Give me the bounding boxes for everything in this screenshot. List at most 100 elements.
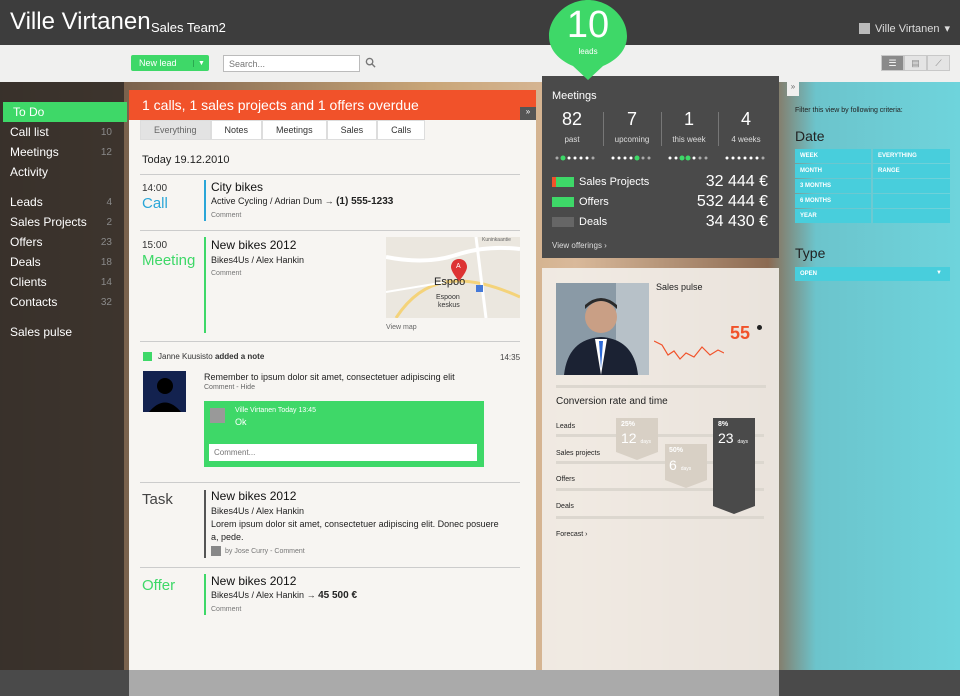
date-option-everything[interactable]: EVERYTHING: [873, 149, 950, 163]
filter-type-title: Type: [795, 245, 826, 261]
sidebar-item-meetings[interactable]: Meetings 12: [0, 142, 124, 162]
days-unit: days: [640, 439, 652, 445]
reply-time: Today 13:45: [277, 407, 316, 414]
sidebar-item-label: Meetings: [10, 145, 59, 159]
funnel-row-label: Offers: [556, 476, 575, 483]
date-option-3-months[interactable]: 3 MONTHS: [795, 179, 871, 193]
reply-name[interactable]: Ville Virtanen: [235, 407, 276, 414]
overdue-banner[interactable]: 1 calls, 1 sales projects and 1 offers o…: [129, 90, 536, 120]
sidebar-item-count: 18: [100, 256, 112, 268]
stat-past[interactable]: 82 past: [543, 109, 601, 144]
tab-meetings[interactable]: Meetings: [262, 120, 327, 140]
view-map-link[interactable]: View map: [386, 324, 417, 331]
dot-indicator: [668, 155, 708, 161]
leads-label: leads: [578, 47, 598, 56]
reply-text: Ok: [235, 417, 247, 427]
date-option-6-months[interactable]: 6 MONTHS: [795, 194, 871, 208]
stat-upcoming[interactable]: 7 upcoming: [603, 109, 661, 144]
view-offerings-link[interactable]: View offerings ›: [552, 241, 607, 250]
funnel-pct: 8%: [718, 421, 729, 428]
item-bar: [204, 180, 206, 221]
sidebar-item-offers[interactable]: Offers 23: [0, 232, 124, 252]
sidebar-item-todo[interactable]: To Do: [3, 102, 127, 122]
item-subtitle[interactable]: Bikes4Us / Alex Hankin: [211, 255, 304, 265]
item-kind: Call: [142, 195, 168, 212]
metric-deals[interactable]: Deals 34 430 €: [552, 212, 768, 232]
location-map[interactable]: A Espoo Espoon keskus Kuninkaantie: [386, 237, 520, 318]
type-select[interactable]: OPEN ▼: [795, 267, 950, 281]
metric-offers[interactable]: Offers 532 444 €: [552, 192, 768, 212]
tab-calls[interactable]: Calls: [377, 120, 426, 140]
tab-sales[interactable]: Sales: [326, 120, 378, 140]
comment-input[interactable]: [209, 444, 477, 461]
item-title[interactable]: New bikes 2012: [211, 574, 296, 588]
item-phone[interactable]: (1) 555-1233: [336, 196, 393, 207]
stat-label: this week: [672, 135, 706, 144]
note-links[interactable]: Comment - Hide: [204, 384, 255, 391]
chart-view-icon[interactable]: ⟋: [927, 55, 950, 71]
sidebar-item-sales-projects[interactable]: Sales Projects 2: [0, 212, 124, 232]
stat-this-week[interactable]: 1 this week: [660, 109, 718, 144]
metric-value: 32 444 €: [705, 173, 768, 190]
reply-box: Ville Virtanen Today 13:45 Ok: [204, 401, 484, 467]
divider: [140, 341, 520, 342]
avatar: [211, 546, 221, 556]
sidebar: To Do Call list 10 Meetings 12 Activity Le…: [0, 82, 127, 696]
stat-4-weeks[interactable]: 4 4 weeks: [717, 109, 775, 144]
comment-link[interactable]: Comment: [211, 606, 241, 613]
item-title[interactable]: City bikes: [211, 180, 263, 194]
task-author[interactable]: by Jose Curry - Comment: [211, 546, 305, 556]
sidebar-item-call-list[interactable]: Call list 10: [0, 122, 124, 142]
sidebar-item-label: Contacts: [10, 295, 58, 309]
user-menu[interactable]: Ville Virtanen ▾: [859, 22, 950, 35]
sidebar-item-activity[interactable]: Activity: [0, 162, 124, 182]
person-icon: [143, 371, 186, 412]
date-option-empty: [873, 179, 950, 193]
new-lead-button[interactable]: New lead ▼: [131, 55, 209, 71]
search-input[interactable]: [223, 55, 360, 72]
metric-label: Sales Projects: [579, 176, 650, 188]
date-option-week[interactable]: WEEK: [795, 149, 871, 163]
item-title[interactable]: New bikes 2012: [211, 238, 296, 252]
sidebar-item-sales-pulse[interactable]: Sales pulse: [0, 322, 124, 342]
item-contact[interactable]: Bikes4Us / Alex Hankin: [211, 590, 304, 600]
chevron-down-icon[interactable]: »: [520, 107, 536, 120]
sidebar-item-deals[interactable]: Deals 18: [0, 252, 124, 272]
list-view-icon[interactable]: ☰: [881, 55, 904, 71]
item-title[interactable]: New bikes 2012: [211, 489, 296, 503]
sidebar-item-leads[interactable]: Leads 4: [0, 192, 124, 212]
task-body: Lorem ipsum dolor sit amet, consectetuer…: [211, 519, 499, 542]
forecast-link[interactable]: Forecast ›: [556, 531, 588, 538]
sidebar-item-contacts[interactable]: Contacts 32: [0, 292, 124, 312]
comment-link[interactable]: Comment: [211, 270, 241, 277]
tab-everything[interactable]: Everything: [140, 120, 211, 140]
sidebar-item-label: Deals: [10, 255, 41, 269]
page-title: Ville Virtanen: [10, 8, 151, 35]
chevron-down-icon[interactable]: ▼: [193, 59, 209, 67]
avatar[interactable]: [143, 371, 186, 412]
item-subtitle[interactable]: Bikes4Us / Alex Hankin: [211, 506, 304, 516]
search-icon[interactable]: [365, 57, 376, 68]
avatar: [210, 408, 225, 423]
metric-sales-projects[interactable]: Sales Projects 32 444 €: [552, 172, 768, 192]
divider: [140, 482, 520, 483]
sidebar-item-clients[interactable]: Clients 14: [0, 272, 124, 292]
split-view-icon[interactable]: ▤: [904, 55, 927, 71]
date-option-year[interactable]: YEAR: [795, 209, 871, 223]
filter-hint: Filter this view by following criteria:: [795, 107, 903, 114]
date-option-month[interactable]: MONTH: [795, 164, 871, 178]
comment-link[interactable]: Comment: [211, 212, 241, 219]
leads-badge[interactable]: 10 leads: [547, 0, 629, 80]
item-time: 14:00: [142, 183, 168, 194]
tab-notes[interactable]: Notes: [210, 120, 263, 140]
sidebar-item-label: Leads: [10, 195, 43, 209]
note-author[interactable]: Janne Kuusisto added a note: [158, 352, 264, 361]
item-contact[interactable]: Active Cycling / Adrian Dum: [211, 196, 322, 206]
item-time: 15:00: [142, 240, 168, 251]
date-option-range[interactable]: RANGE: [873, 164, 950, 178]
sidebar-item-count: 2: [106, 216, 112, 228]
divider: [140, 230, 520, 231]
map-label: Espoo: [434, 276, 466, 288]
funnel-row-label: Leads: [556, 423, 576, 430]
funnel-row-label: Sales projects: [556, 450, 600, 457]
